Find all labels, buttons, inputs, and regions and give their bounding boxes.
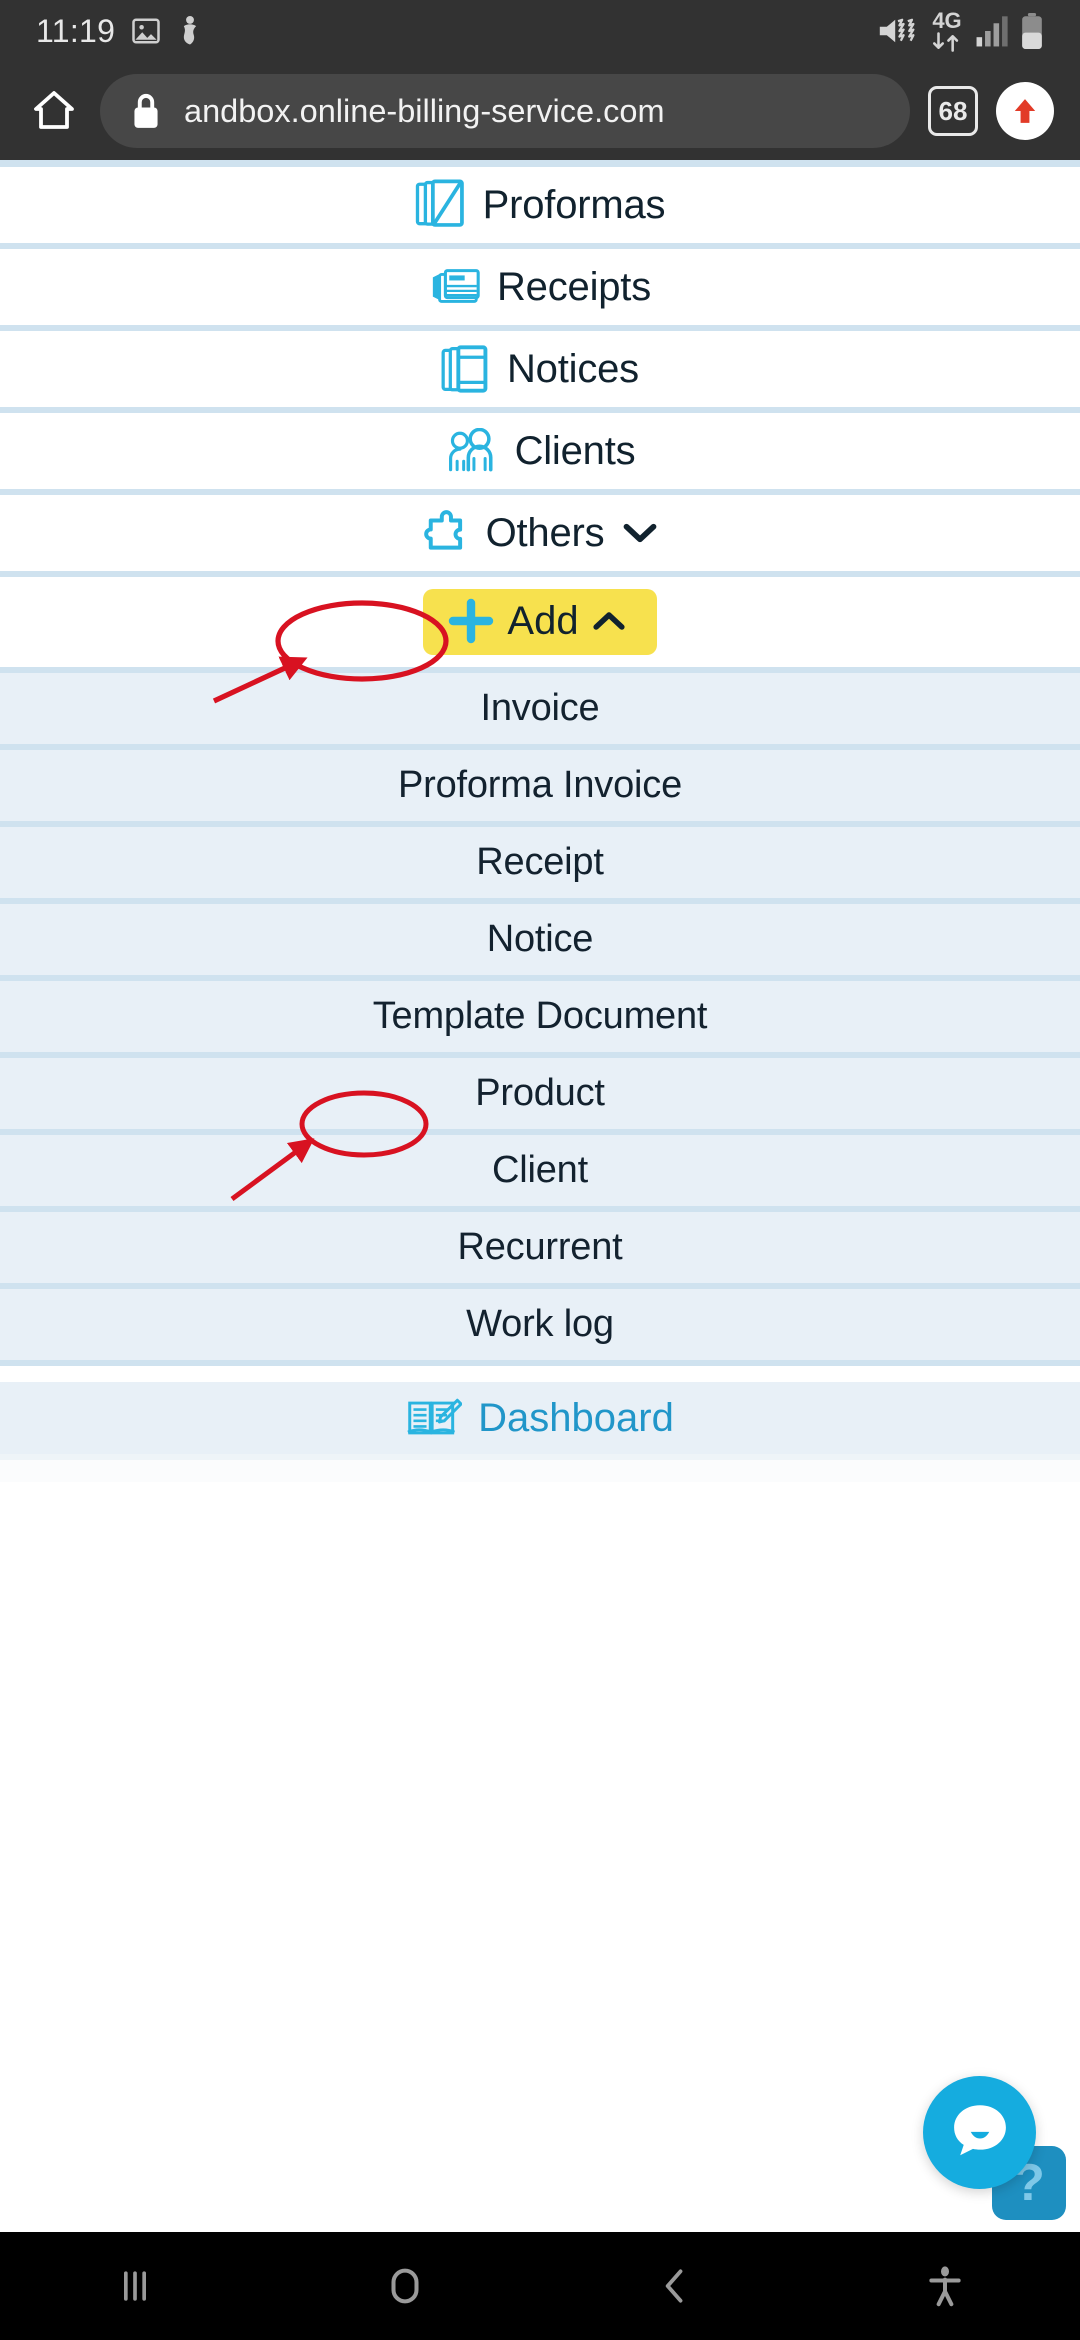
add-button-row: Add bbox=[0, 577, 1080, 673]
proformas-stack-icon bbox=[415, 178, 469, 232]
status-bar: 11:19 4G bbox=[0, 0, 1080, 62]
battery-icon bbox=[1022, 13, 1042, 49]
receipts-stack-icon bbox=[429, 264, 483, 310]
data-transfer-icon: 4G bbox=[930, 10, 964, 52]
nav-item-receipts[interactable]: Receipts bbox=[0, 249, 1080, 331]
android-navigation-bar bbox=[0, 2232, 1080, 2340]
add-button[interactable]: Add bbox=[423, 589, 657, 655]
nav-item-label: Receipts bbox=[496, 264, 652, 309]
menu-item-label: Work log bbox=[466, 1303, 614, 1345]
add-menu-item-recurrent[interactable]: Recurrent bbox=[0, 1212, 1080, 1289]
add-menu-item-work-log[interactable]: Work log bbox=[0, 1289, 1080, 1366]
phone-screen: 11:19 4G andbox.online-billing-service.c… bbox=[0, 0, 1080, 2340]
menu-item-label: Template Document bbox=[372, 995, 708, 1037]
up-down-arrows-icon bbox=[932, 32, 959, 52]
back-icon bbox=[665, 2269, 683, 2303]
menu-item-label: Notice bbox=[486, 918, 594, 960]
recents-button[interactable] bbox=[0, 2264, 270, 2308]
menu-item-label: Product bbox=[475, 1072, 605, 1114]
nav-item-clients[interactable]: Clients bbox=[0, 413, 1080, 495]
signal-bars-icon bbox=[976, 16, 1008, 47]
url-text: andbox.online-billing-service.com bbox=[184, 92, 665, 129]
dashboard-label: Dashboard bbox=[478, 1395, 674, 1440]
notices-stack-icon bbox=[441, 343, 493, 395]
lock-icon bbox=[134, 93, 158, 128]
home-circle-icon bbox=[391, 2268, 419, 2304]
update-button[interactable] bbox=[996, 82, 1054, 140]
image-icon bbox=[132, 18, 160, 44]
add-menu-item-template-document[interactable]: Template Document bbox=[0, 981, 1080, 1058]
page-footer-space bbox=[0, 1460, 1080, 1482]
add-button-label: Add bbox=[507, 598, 579, 643]
add-menu-item-invoice[interactable]: Invoice bbox=[0, 673, 1080, 750]
nav-item-others[interactable]: Others bbox=[0, 495, 1080, 577]
add-menu-item-client[interactable]: Client bbox=[0, 1135, 1080, 1212]
nav-item-label: Proformas bbox=[482, 182, 666, 227]
status-bar-left: 11:19 bbox=[36, 13, 203, 50]
open-book-icon bbox=[406, 1395, 463, 1441]
nav-item-label: Clients bbox=[514, 428, 636, 473]
home-button-nav[interactable] bbox=[270, 2263, 540, 2309]
nav-item-label: Notices bbox=[507, 346, 639, 391]
update-arrow-icon bbox=[1014, 99, 1036, 123]
menu-item-label: Proforma Invoice bbox=[397, 764, 683, 806]
nav-item-dashboard[interactable]: Dashboard bbox=[0, 1382, 1080, 1460]
chevron-up-icon bbox=[591, 609, 627, 633]
menu-item-label: Receipt bbox=[476, 841, 604, 883]
add-menu-item-proforma-invoice[interactable]: Proforma Invoice bbox=[0, 750, 1080, 827]
browser-toolbar: andbox.online-billing-service.com 68 bbox=[0, 62, 1080, 160]
menu-separator bbox=[0, 1366, 1080, 1382]
tab-count-label: 68 bbox=[938, 95, 968, 126]
recents-icon bbox=[124, 2271, 146, 2301]
network-type-label: 4G bbox=[932, 8, 962, 33]
chat-bubble-icon bbox=[953, 2104, 1006, 2155]
app-icon bbox=[184, 15, 197, 45]
add-menu-item-product[interactable]: Product bbox=[0, 1058, 1080, 1135]
nav-item-label: Others bbox=[485, 510, 605, 555]
add-menu-item-receipt[interactable]: Receipt bbox=[0, 827, 1080, 904]
clients-people-icon bbox=[445, 428, 501, 474]
home-button[interactable] bbox=[26, 83, 82, 139]
add-menu-item-notice[interactable]: Notice bbox=[0, 904, 1080, 981]
nav-item-proformas[interactable]: Proformas bbox=[0, 167, 1080, 249]
address-bar[interactable]: andbox.online-billing-service.com bbox=[100, 74, 910, 148]
accessibility-button[interactable] bbox=[810, 2264, 1080, 2308]
status-time: 11:19 bbox=[36, 12, 116, 49]
tab-switcher-button[interactable]: 68 bbox=[928, 86, 978, 136]
accessibility-icon bbox=[929, 2266, 961, 2307]
web-page-content: Proformas Receipts Notices Clients Other… bbox=[0, 160, 1080, 2232]
menu-item-label: Client bbox=[492, 1149, 588, 1191]
chat-widget-button[interactable] bbox=[923, 2076, 1036, 2189]
menu-item-label: Recurrent bbox=[457, 1226, 623, 1268]
nav-item-notices[interactable]: Notices bbox=[0, 331, 1080, 413]
puzzle-piece-icon bbox=[422, 508, 472, 558]
menu-item-label: Invoice bbox=[480, 687, 600, 729]
status-bar-right: 4G bbox=[877, 10, 1044, 52]
back-button[interactable] bbox=[540, 2264, 810, 2308]
chevron-down-icon bbox=[622, 520, 658, 546]
home-icon bbox=[34, 91, 74, 129]
mute-vibrate-icon bbox=[879, 18, 915, 43]
plus-icon bbox=[447, 597, 495, 645]
